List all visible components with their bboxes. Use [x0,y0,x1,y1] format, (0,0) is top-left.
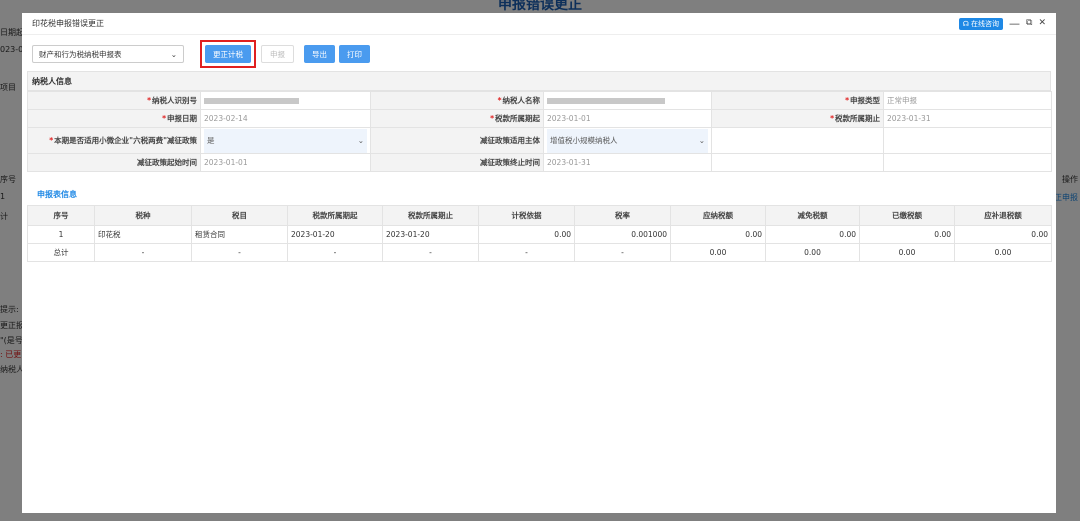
correction-dialog: 印花税申报错误更正 ☊ 在线咨询 — ⧉ ✕ 财产和行为税纳税申报表 ⌄ 更正计… [22,13,1056,513]
column-header: 税率 [574,205,671,226]
row-index: 1 [27,225,95,244]
column-header: 税目 [191,205,288,226]
dialog-title: 印花税申报错误更正 [32,19,104,28]
empty-cell [883,153,1052,172]
form-type-value: 财产和行为税纳税申报表 [39,49,122,59]
total-tax-paid: 0.00 [859,243,955,262]
taxpayer-name-label: *纳税人名称 [370,91,544,110]
policy-start-value: 2023-01-01 [200,153,371,172]
policy-end-value: 2023-01-31 [543,153,712,172]
policy-subject-value: 增值税小规模纳税人 [550,136,618,145]
total-cell: - [478,243,575,262]
tax-paid: 0.00 [859,225,955,244]
taxpayer-name-value [543,91,712,110]
policy-subject-label: 减征政策适用主体 [370,127,544,154]
column-header: 应补退税额 [954,205,1052,226]
highlight-box: 更正计税 [200,40,256,68]
empty-cell [883,127,1052,154]
chevron-down-icon: ⌄ [170,49,177,59]
total-tax-reduction: 0.00 [765,243,860,262]
small-business-select[interactable]: 是 ⌄ [204,128,367,153]
small-business-cell: 是 ⌄ [200,127,371,154]
period-start-label: *税款所属期起 [370,109,544,128]
column-header: 计税依据 [478,205,575,226]
table-header-row: 序号 税种 税目 税款所属期起 税款所属期止 计税依据 税率 应纳税额 减免税额… [27,205,1052,226]
close-icon[interactable]: ✕ [1038,18,1046,29]
small-business-label: *本期是否适用小微企业"六税两费"减征政策 [27,127,201,154]
column-header: 应纳税额 [670,205,766,226]
policy-start-label: 减征政策起始时间 [27,153,201,172]
table-row: 1 印花税 租赁合同 2023-01-20 2023-01-20 0.00 0.… [27,225,1052,244]
tax-type: 印花税 [94,225,192,244]
column-header: 已缴税额 [859,205,955,226]
total-row: 总计 - - - - - - 0.00 0.00 0.00 0.00 [27,243,1052,262]
chevron-down-icon: ⌄ [357,136,364,145]
taxpayer-info-table: *纳税人识别号 *纳税人名称 *申报类型 正常申报 *申报日期 2023-02-… [27,91,1052,172]
column-header: 税款所属期止 [382,205,479,226]
empty-cell [711,127,884,154]
declaration-date-value: 2023-02-14 [200,109,371,128]
tax-rate: 0.001000 [574,225,671,244]
empty-cell [711,153,884,172]
policy-subject-cell: 增值税小规模纳税人 ⌄ [543,127,712,154]
minimize-icon[interactable]: — [1009,18,1020,29]
total-cell: - [574,243,671,262]
declaration-date-label: *申报日期 [27,109,201,128]
column-header: 税种 [94,205,192,226]
total-cell: - [382,243,479,262]
declaration-type-label: *申报类型 [711,91,884,110]
declaration-type-value: 正常申报 [883,91,1052,110]
policy-end-label: 减征政策终止时间 [370,153,544,172]
small-business-value: 是 [207,136,215,145]
column-header: 税款所属期起 [287,205,383,226]
total-cell: - [94,243,192,262]
chevron-down-icon: ⌄ [698,136,705,145]
period-end-value: 2023-01-31 [883,109,1052,128]
form-type-select[interactable]: 财产和行为税纳税申报表 ⌄ [32,45,184,63]
headset-icon: ☊ [962,19,970,28]
taxpayer-id-value [200,91,371,110]
column-header: 序号 [27,205,95,226]
total-cell: - [191,243,288,262]
period-start-value: 2023-01-01 [543,109,712,128]
declaration-table: 序号 税种 税目 税款所属期起 税款所属期止 计税依据 税率 应纳税额 减免税额… [27,205,1052,262]
declaration-section-title: 申报表信息 [37,189,77,199]
maximize-icon[interactable]: ⧉ [1026,18,1032,29]
toolbar: 财产和行为税纳税申报表 ⌄ 更正计税 申报 导出 打印 [32,40,370,68]
column-header: 减免税额 [765,205,860,226]
print-button[interactable]: 打印 [339,45,370,63]
tax-item: 租赁合同 [191,225,288,244]
online-consult-button[interactable]: ☊ 在线咨询 [958,17,1004,30]
dialog-header: 印花税申报错误更正 ☊ 在线咨询 — ⧉ ✕ [22,13,1056,35]
declare-button[interactable]: 申报 [261,45,294,63]
tax-reduction: 0.00 [765,225,860,244]
period-start: 2023-01-20 [287,225,383,244]
taxpayer-id-label: *纳税人识别号 [27,91,201,110]
total-cell: - [287,243,383,262]
period-end: 2023-01-20 [382,225,479,244]
tax-basis: 0.00 [478,225,575,244]
taxpayer-section-title: 纳税人信息 [27,71,1051,91]
policy-subject-select[interactable]: 增值税小规模纳税人 ⌄ [547,128,708,153]
period-end-label: *税款所属期止 [711,109,884,128]
tax-payable: 0.00 [670,225,766,244]
total-label: 总计 [27,243,95,262]
correct-tax-button[interactable]: 更正计税 [205,45,251,63]
online-consult-label: 在线咨询 [971,19,1000,28]
total-tax-due-refund: 0.00 [954,243,1052,262]
total-tax-payable: 0.00 [670,243,766,262]
export-button[interactable]: 导出 [304,45,335,63]
tax-due-refund: 0.00 [954,225,1052,244]
